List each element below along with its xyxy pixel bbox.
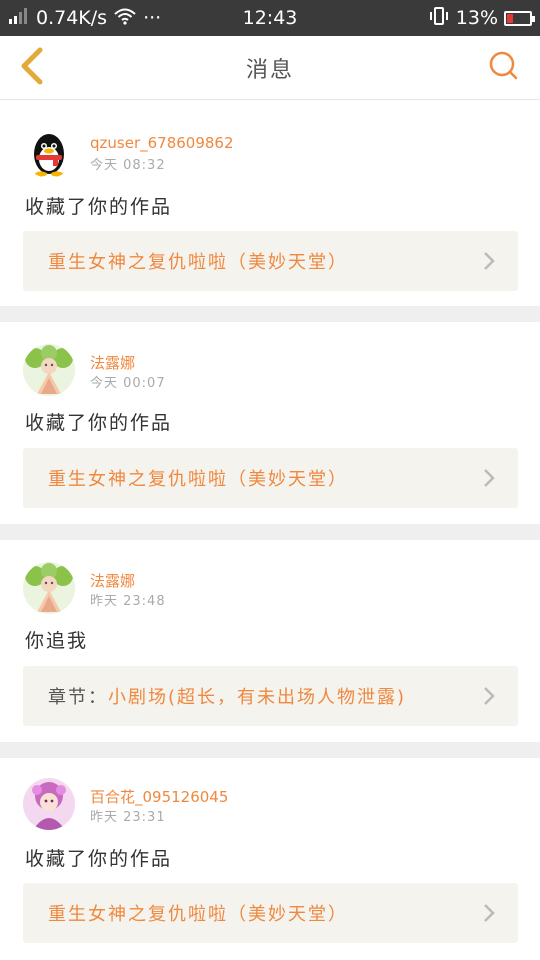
avatar[interactable]: [23, 778, 75, 830]
more-notifications-icon: ···: [143, 7, 162, 29]
work-title: 重生女神之复仇啦啦（美妙天堂）: [48, 252, 348, 273]
chevron-right-icon: [482, 468, 496, 488]
message-time: 今天 08:32: [90, 158, 166, 173]
app-header: 消息: [0, 36, 540, 100]
chapter-prefix: 章节：: [48, 687, 108, 708]
message-time: 昨天 23:48: [90, 594, 166, 609]
message-card: 法露娜 昨天 23:48 你追我 章节：小剧场(超长，有未出场人物泄露): [0, 540, 540, 742]
user-name[interactable]: 法露娜: [90, 570, 135, 591]
message-text: 收藏了你的作品: [25, 848, 173, 870]
qq-penguin-avatar-icon: [23, 126, 75, 178]
page-title: 消息: [245, 57, 294, 83]
message-card: qzuser_678609862 今天 08:32 收藏了你的作品 重生女神之复…: [0, 100, 540, 306]
work-link[interactable]: 重生女神之复仇啦啦（美妙天堂）: [23, 231, 518, 291]
message-text: 收藏了你的作品: [25, 196, 173, 218]
chapter-link[interactable]: 章节：小剧场(超长，有未出场人物泄露): [23, 666, 518, 726]
chevron-right-icon: [482, 251, 496, 271]
network-speed: 0.74K/s: [36, 7, 108, 29]
avatar[interactable]: [23, 344, 75, 396]
chapter-title: 小剧场(超长，有未出场人物泄露): [108, 687, 407, 708]
user-name[interactable]: qzuser_678609862: [90, 134, 234, 152]
green-character-avatar-icon: [23, 562, 75, 614]
back-chevron-icon: [19, 47, 45, 89]
search-icon: [488, 50, 520, 86]
chevron-right-icon: [482, 903, 496, 923]
chapter-link-text: 章节：小剧场(超长，有未出场人物泄露): [48, 683, 406, 709]
wifi-icon: [113, 7, 137, 30]
message-time: 昨天 23:31: [90, 810, 166, 825]
work-link[interactable]: 重生女神之复仇啦啦（美妙天堂）: [23, 883, 518, 943]
status-right: 13%: [428, 0, 535, 36]
battery-icon: [504, 10, 535, 26]
vibrate-icon: [428, 6, 450, 31]
message-time: 今天 00:07: [90, 376, 166, 391]
user-name[interactable]: 法露娜: [90, 352, 135, 373]
search-button[interactable]: [486, 50, 522, 86]
avatar[interactable]: [23, 562, 75, 614]
message-card: 法露娜 今天 00:07 收藏了你的作品 重生女神之复仇啦啦（美妙天堂）: [0, 322, 540, 524]
message-card: 百合花_095126045 昨天 23:31 收藏了你的作品 重生女神之复仇啦啦…: [0, 758, 540, 960]
work-title: 重生女神之复仇啦啦（美妙天堂）: [48, 904, 348, 925]
avatar[interactable]: [23, 126, 75, 178]
message-text: 收藏了你的作品: [25, 412, 173, 434]
message-text: 你追我: [25, 630, 89, 652]
battery-percent: 13%: [455, 7, 498, 29]
work-title: 重生女神之复仇啦啦（美妙天堂）: [48, 469, 348, 490]
signal-icon: [8, 7, 30, 29]
chevron-right-icon: [482, 686, 496, 706]
user-name[interactable]: 百合花_095126045: [90, 786, 228, 807]
green-character-avatar-icon: [23, 344, 75, 396]
status-bar: 0.74K/s ··· 12:43 13%: [0, 0, 540, 36]
pink-character-avatar-icon: [23, 778, 75, 830]
status-left: 0.74K/s ···: [0, 7, 200, 30]
back-button[interactable]: [12, 47, 52, 89]
work-link[interactable]: 重生女神之复仇啦啦（美妙天堂）: [23, 448, 518, 508]
